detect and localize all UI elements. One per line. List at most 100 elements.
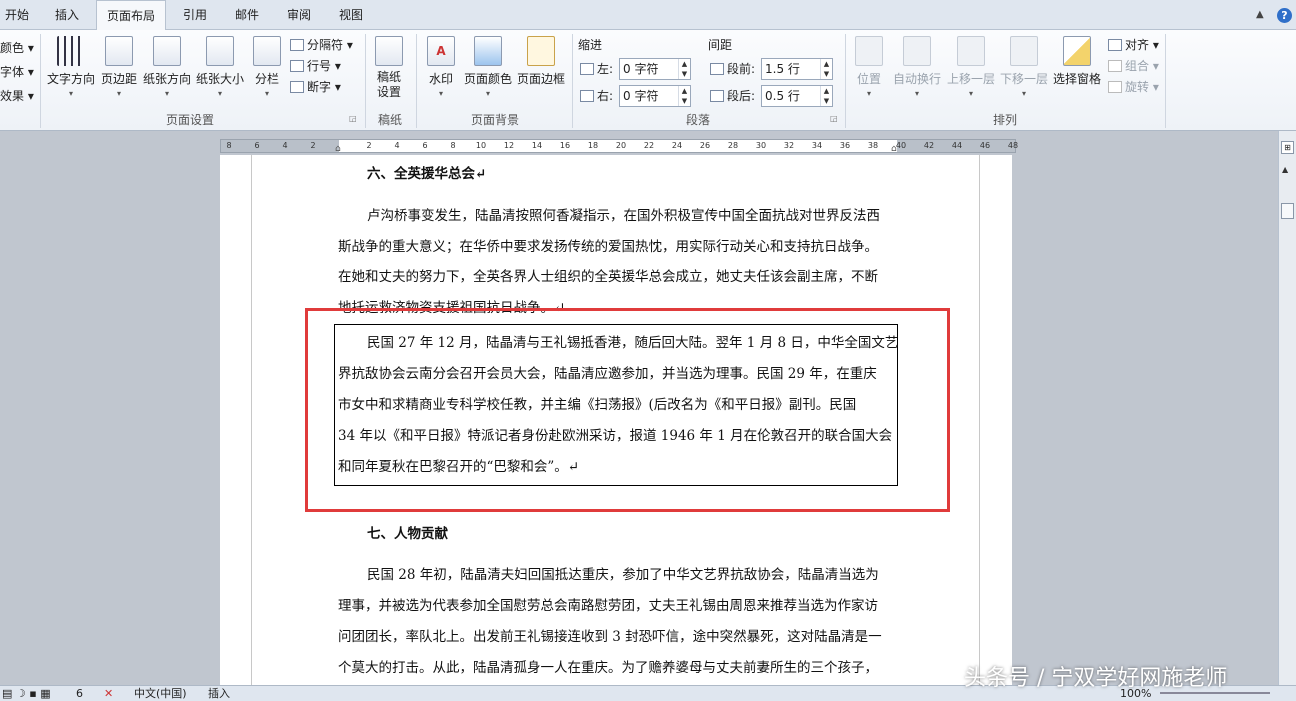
tab-insert[interactable]: 插入: [44, 0, 90, 30]
spin-arrows-icon[interactable]: ▲ ▼: [678, 59, 690, 79]
spelling-check-icon[interactable]: ✕: [104, 686, 113, 701]
page-background-group-label: 页面背景: [470, 113, 519, 127]
ruler-tick-label: 20: [615, 141, 627, 150]
text-direction-icon: [57, 36, 85, 66]
paragraph-line: 斯战争的重大意义；在华侨中要求发扬传统的爱国热忱，用实际行动关心和支持抗日战争。: [338, 239, 878, 255]
spacing-after-label: 段后:: [710, 85, 755, 107]
language-status[interactable]: 中文(中国): [134, 686, 187, 701]
bring-forward-button[interactable]: 上移一层 ▾: [946, 36, 996, 106]
spin-arrows-icon[interactable]: ▲ ▼: [820, 59, 832, 79]
line-numbers-icon: [290, 60, 304, 72]
ruler-tick-label: 30: [755, 141, 767, 150]
wrap-text-button[interactable]: 自动换行 ▾: [891, 36, 943, 106]
tab-page-layout[interactable]: 页面布局: [96, 0, 166, 31]
spacing-before-input[interactable]: 1.5 行 ▲ ▼: [761, 58, 833, 80]
draft-group-label: 稿纸: [377, 113, 402, 127]
horizontal-ruler[interactable]: 8 6 4 2 2 4 6 8 10 12 14 16 18 20 22 24 26 28 30 32 34 36 38 40…: [220, 139, 1019, 154]
breaks-button[interactable]: 分隔符 ▾: [290, 35, 353, 55]
margins-button[interactable]: 页边距 ▾: [99, 36, 139, 106]
bring-forward-icon: [957, 36, 985, 66]
ruler-tick-label: 18: [587, 141, 599, 150]
tab-references[interactable]: 引用: [172, 0, 218, 30]
selection-pane-button[interactable]: 选择窗格: [1052, 36, 1102, 106]
paragraph-line: 在她和丈夫的努力下，全英各界人士组织的全英援华总会成立，她丈夫任该会副主席，不断: [338, 269, 878, 285]
spacing-after-input[interactable]: 0.5 行 ▲ ▼: [761, 85, 833, 107]
theme-effects-button[interactable]: 效果 ▾: [0, 86, 34, 106]
ruler-tick-label: 46: [979, 141, 991, 150]
ruler-tick-label: 34: [811, 141, 823, 150]
right-indent-marker-icon[interactable]: ⌂: [891, 144, 897, 154]
dialog-launcher-icon[interactable]: ◲: [830, 114, 838, 123]
ruler-tick-label: 10: [475, 141, 487, 150]
scroll-thumb[interactable]: [1281, 203, 1294, 219]
tab-mailings[interactable]: 邮件: [224, 0, 270, 30]
columns-icon: [253, 36, 281, 66]
send-backward-button[interactable]: 下移一层 ▾: [999, 36, 1049, 106]
text-direction-button[interactable]: 文字方向 ▾: [46, 36, 96, 106]
rotate-button[interactable]: 旋转 ▾: [1108, 77, 1159, 97]
paragraph-line: 卢沟桥事变发生，陆晶清按照何香凝指示，在国外积极宣传中国全面抗战对世界反法西: [367, 208, 880, 224]
tab-home[interactable]: 开始: [0, 0, 34, 30]
ruler-tick-label: 22: [643, 141, 655, 150]
theme-colors-button[interactable]: 颜色 ▾: [0, 38, 34, 58]
help-icon[interactable]: ?: [1277, 8, 1292, 23]
draft-paper-icon: [375, 36, 403, 66]
ruler-tick-label: 2: [310, 141, 316, 150]
ruler-toggle-icon[interactable]: ⊞: [1281, 141, 1294, 154]
spacing-after-icon: [710, 90, 724, 102]
ruler-tick-label: 24: [671, 141, 683, 150]
send-backward-icon: [1010, 36, 1038, 66]
spin-arrows-icon[interactable]: ▲ ▼: [820, 86, 832, 106]
zoom-slider[interactable]: [1160, 692, 1270, 694]
tab-review[interactable]: 审阅: [276, 0, 322, 30]
dialog-launcher-icon[interactable]: ◲: [349, 114, 357, 123]
indent-right-input[interactable]: 0 字符 ▲ ▼: [619, 85, 691, 107]
line-numbers-button[interactable]: 行号 ▾: [290, 56, 341, 76]
rotate-icon: [1108, 81, 1122, 93]
ruler-tick-label: 16: [559, 141, 571, 150]
spacing-before-label: 段前:: [710, 58, 755, 80]
minimize-ribbon-icon[interactable]: ▲: [1256, 9, 1264, 20]
highlight-annotation-box: [305, 308, 950, 512]
insert-mode-status[interactable]: 插入: [208, 686, 230, 701]
view-icons[interactable]: ▤ ☽ ▪ ▦: [2, 686, 51, 701]
ruler-tick-label: 38: [867, 141, 879, 150]
align-button[interactable]: 对齐 ▾: [1108, 35, 1159, 55]
scroll-up-icon[interactable]: ▲: [1282, 165, 1288, 174]
vertical-scrollbar[interactable]: ⊞ ▲: [1278, 131, 1296, 685]
indent-marker-icon[interactable]: ⌂: [335, 144, 341, 154]
position-button[interactable]: 位置 ▾: [852, 36, 886, 106]
columns-button[interactable]: 分栏 ▾: [250, 36, 284, 106]
spacing-title: 间距: [708, 38, 733, 52]
draft-settings-button[interactable]: 稿纸 设置: [372, 36, 406, 106]
orientation-button[interactable]: 纸张方向 ▾: [142, 36, 192, 106]
page-borders-icon: [527, 36, 555, 66]
hyphenation-button[interactable]: 断字 ▾: [290, 77, 341, 97]
indent-right-label: 右:: [580, 85, 613, 107]
group-button[interactable]: 组合 ▾: [1108, 56, 1159, 76]
section-heading: 七、人物贡献: [367, 526, 448, 542]
watermark-button[interactable]: A 水印 ▾: [424, 36, 458, 106]
position-icon: [855, 36, 883, 66]
theme-fonts-button[interactable]: 字体 ▾: [0, 62, 34, 82]
page-borders-button[interactable]: 页面边框: [516, 36, 566, 106]
indent-left-input[interactable]: 0 字符 ▲ ▼: [619, 58, 691, 80]
page-color-button[interactable]: 页面颜色 ▾: [463, 36, 513, 106]
spin-arrows-icon[interactable]: ▲ ▼: [678, 86, 690, 106]
indent-title: 缩进: [578, 38, 603, 52]
size-button[interactable]: 纸张大小 ▾: [195, 36, 245, 106]
orientation-icon: [153, 36, 181, 66]
ruler-tick-label: 14: [531, 141, 543, 150]
hyphenation-icon: [290, 81, 304, 93]
tab-view[interactable]: 视图: [328, 0, 374, 30]
selection-pane-icon: [1063, 36, 1091, 66]
ruler-tick-label: 26: [699, 141, 711, 150]
ruler-tick-label: 8: [226, 141, 232, 150]
ruler-tick-label: 2: [366, 141, 372, 150]
page-setup-group-label: 页面设置: [165, 113, 214, 127]
group-icon: [1108, 60, 1122, 72]
wrap-text-icon: [903, 36, 931, 66]
paragraph-group-label: 段落: [685, 113, 710, 127]
arrange-group-label: 排列: [992, 113, 1017, 127]
ruler-tick-label: 48: [1007, 141, 1019, 150]
